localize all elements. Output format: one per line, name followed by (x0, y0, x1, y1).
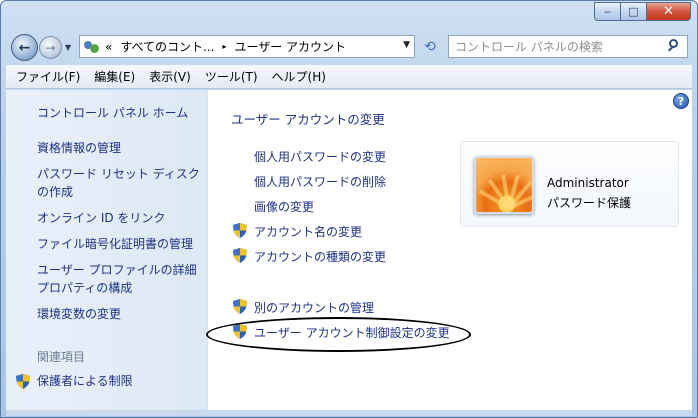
sidebar-item-encryption-certificates[interactable]: ファイル暗号化証明書の管理 (37, 235, 193, 253)
help-icon[interactable]: ? (673, 93, 689, 109)
sidebar-item-control-panel-home[interactable]: コントロール パネル ホーム (37, 104, 188, 122)
menu-tools[interactable]: ツール(T) (205, 68, 258, 85)
breadcrumb-all-control-panel[interactable]: すべてのコント... (120, 38, 214, 55)
menu-view[interactable]: 表示(V) (149, 68, 191, 85)
content-area: コントロール パネル ホーム 資格情報の管理 パスワード リセット ディスク の… (6, 90, 692, 410)
back-button[interactable]: ← (11, 34, 38, 61)
uac-shield-icon (233, 299, 247, 314)
sidebar-item-password-reset-disk[interactable]: パスワード リセット ディスク (37, 165, 200, 183)
account-status: パスワード保護 (547, 196, 632, 210)
refresh-button[interactable]: ⟲ (419, 37, 441, 57)
uac-shield-icon (233, 248, 247, 263)
sidebar-item-environment-variables[interactable]: 環境変数の変更 (37, 305, 121, 323)
sidebar-item-credential-manager[interactable]: 資格情報の管理 (37, 139, 121, 157)
close-button[interactable]: ✕ (647, 2, 691, 21)
sidebar-item-link-online-id[interactable]: オンライン ID をリンク (37, 209, 165, 227)
flower-icon[interactable] (474, 156, 534, 214)
task-change-uac-settings[interactable]: ユーザー アカウント制御設定の変更 (254, 324, 450, 341)
address-dropdown-icon[interactable]: ▼ (403, 40, 410, 50)
user-accounts-icon (83, 39, 101, 55)
search-input[interactable]: コントロール パネルの検索 (448, 35, 688, 58)
sidebar-item-profile-properties-line2[interactable]: プロパティの構成 (37, 279, 132, 297)
account-card: Administrator パスワード保護 (460, 141, 679, 227)
breadcrumb-user-accounts[interactable]: ユーザー アカウント (234, 38, 346, 55)
account-name: Administrator (547, 176, 629, 190)
sidebar-item-parental-controls[interactable]: 保護者による制限 (37, 372, 133, 390)
control-panel-window: ‒ □ ✕ ← → ▼ « すべてのコント... ▸ ユーザー アカウント ▼ … (0, 0, 698, 418)
address-bar[interactable]: « すべてのコント... ▸ ユーザー アカウント ▼ (79, 35, 415, 58)
task-change-password[interactable]: 個人用パスワードの変更 (254, 148, 386, 165)
uac-shield-icon (233, 223, 247, 238)
sidebar-item-password-reset-disk-line2[interactable]: の作成 (37, 183, 73, 201)
page-title: ユーザー アカウントの変更 (231, 112, 385, 127)
refresh-icon: ⟲ (424, 39, 436, 55)
task-change-account-name[interactable]: アカウント名の変更 (254, 223, 362, 240)
task-manage-another-account[interactable]: 別のアカウントの管理 (254, 299, 374, 316)
task-change-account-type[interactable]: アカウントの種類の変更 (254, 248, 386, 265)
task-remove-password[interactable]: 個人用パスワードの削除 (254, 173, 386, 190)
menu-bar: ファイル(F) 編集(E) 表示(V) ツール(T) ヘルプ(H) (6, 65, 692, 89)
back-arrow-icon: ← (18, 39, 31, 56)
related-heading: 関連項目 (37, 350, 86, 364)
forward-arrow-icon: → (45, 40, 56, 55)
minimize-button[interactable]: ‒ (594, 2, 621, 21)
search-icon[interactable] (668, 39, 682, 53)
forward-button[interactable]: → (39, 36, 62, 59)
address-overflow-chevron[interactable]: « (105, 40, 112, 54)
window-bottom-border (6, 410, 692, 416)
sidebar-item-profile-properties[interactable]: ユーザー プロファイルの詳細 (37, 261, 197, 279)
task-change-picture[interactable]: 画像の変更 (254, 198, 314, 215)
menu-help[interactable]: ヘルプ(H) (272, 68, 326, 85)
search-placeholder: コントロール パネルの検索 (455, 40, 603, 54)
breadcrumb-separator-icon[interactable]: ▸ (222, 42, 226, 51)
menu-edit[interactable]: 編集(E) (94, 68, 135, 85)
uac-shield-icon (233, 324, 247, 339)
menu-file[interactable]: ファイル(F) (16, 68, 80, 85)
recent-pages-dropdown[interactable]: ▼ (65, 43, 71, 52)
sidebar: コントロール パネル ホーム 資格情報の管理 パスワード リセット ディスク の… (6, 90, 208, 410)
caption-buttons: ‒ □ ✕ (594, 2, 691, 21)
maximize-button[interactable]: □ (621, 2, 647, 21)
uac-shield-icon (16, 374, 30, 389)
